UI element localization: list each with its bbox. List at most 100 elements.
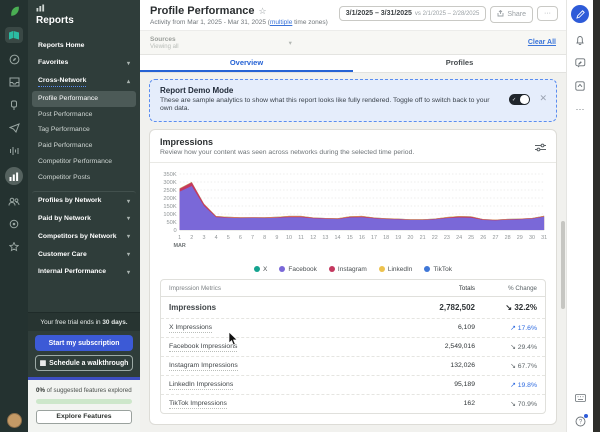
table-row[interactable]: X Impressions 6,109 ↗ 17.6% <box>161 317 545 337</box>
utility-rail: ··· ? <box>566 0 593 432</box>
legend-label: LinkedIn <box>387 265 413 273</box>
sidebar-nav-item[interactable]: Customer Care ▾ <box>32 247 136 263</box>
schedule-walkthrough-button[interactable]: ▦ Schedule a walkthrough <box>35 355 133 371</box>
timezones-link[interactable]: multiple <box>270 19 292 26</box>
inbox-icon[interactable] <box>7 75 21 89</box>
metric-name[interactable]: X Impressions <box>169 324 213 334</box>
demo-mode-toggle[interactable]: ✓ <box>509 94 530 105</box>
sidebar-nav-item[interactable]: Reports Home <box>32 38 136 54</box>
legend-dot <box>328 266 335 273</box>
notifications-bell-icon[interactable] <box>574 34 586 46</box>
metric-name[interactable]: LinkedIn Impressions <box>169 381 234 391</box>
settings-icon[interactable] <box>7 217 21 231</box>
share-button[interactable]: Share <box>490 6 533 23</box>
more-options-button[interactable]: ··· <box>537 6 558 21</box>
plan-icon[interactable] <box>5 27 23 43</box>
date-range-picker[interactable]: 3/1/2025 – 3/31/2025 vs 2/1/2025 – 2/28/… <box>338 6 487 21</box>
reports-icon[interactable] <box>5 167 23 185</box>
user-avatar[interactable] <box>6 413 22 428</box>
legend-item[interactable]: Facebook <box>279 266 317 273</box>
tab[interactable]: Overview <box>140 55 353 72</box>
sidebar-item-label: Cross-Network <box>38 77 87 87</box>
svg-text:100K: 100K <box>163 212 176 218</box>
chevron-down-icon: ▾ <box>288 39 292 47</box>
table-row[interactable]: TikTok Impressions 162 ↘ 70.9% <box>161 393 545 413</box>
audience-icon[interactable] <box>7 194 21 208</box>
svg-text:16: 16 <box>359 235 365 241</box>
sidebar-nav-item[interactable]: Internal Performance ▾ <box>32 265 136 281</box>
sidebar-nav-item[interactable]: Cross-Network ▴ <box>32 74 136 92</box>
table-header-row: Impression Metrics Totals % Change <box>161 280 545 296</box>
legend-item[interactable]: X <box>254 266 267 273</box>
window-icon[interactable] <box>574 80 586 92</box>
tab-label: Profiles <box>445 58 474 67</box>
sidebar-nav-item[interactable]: Competitor Performance <box>32 155 136 171</box>
metric-name[interactable]: TikTok Impressions <box>169 400 227 410</box>
impressions-chart[interactable]: 050K100K150K200K250K300K350K1 2 3 4 5 6 7 8 9 10 1… <box>156 168 550 260</box>
keyboard-icon[interactable] <box>574 392 586 404</box>
column-header-change: % Change <box>508 284 537 292</box>
tab-label: Overview <box>229 58 264 67</box>
sidebar-nav-item[interactable]: Competitors by Network ▾ <box>32 229 136 245</box>
discover-icon[interactable] <box>7 52 21 66</box>
sidebar-nav-item[interactable]: Paid Performance <box>32 139 136 155</box>
sidebar-nav-item[interactable]: Profiles by Network ▾ <box>32 191 136 209</box>
svg-text:27: 27 <box>493 235 499 241</box>
reports-sidebar: Reports Reports Home Favorites ▾ Cross-N… <box>28 0 140 432</box>
table-row[interactable]: Instagram Impressions 132,026 ↘ 67.7% <box>161 355 545 375</box>
legend-item[interactable]: LinkedIn <box>378 265 413 273</box>
rewards-icon[interactable] <box>7 240 21 254</box>
report-header: Profile Performance ☆ Activity from Mar … <box>140 0 566 30</box>
sidebar-title: Reports <box>36 15 74 26</box>
clear-all-link[interactable]: Clear All <box>528 39 556 46</box>
legend-item[interactable]: Instagram <box>328 266 367 273</box>
listening-icon[interactable] <box>7 144 21 158</box>
publishing-icon[interactable] <box>7 121 21 135</box>
column-header-totals: Totals <box>458 284 475 292</box>
sidebar-item-label: Competitors by Network <box>38 232 117 240</box>
notifications-icon[interactable] <box>7 98 21 112</box>
sidebar-nav-item[interactable]: Profile Performance <box>32 91 136 108</box>
sidebar-nav-item[interactable]: Post Performance <box>32 107 136 123</box>
message-edit-icon[interactable] <box>574 57 586 69</box>
table-row[interactable]: Facebook Impressions 2,549,016 ↘ 29.4% <box>161 336 545 356</box>
svg-text:150K: 150K <box>163 204 176 210</box>
tab[interactable]: Profiles <box>353 55 566 72</box>
svg-text:21: 21 <box>420 235 426 241</box>
explore-features-button[interactable]: Explore Features <box>36 410 132 424</box>
sidebar-nav-item[interactable]: Competitor Posts <box>32 170 136 186</box>
sources-filter[interactable]: Sources Viewing all <box>150 36 179 50</box>
scrollbar-thumb[interactable] <box>561 221 565 309</box>
features-progress-card: 0% of suggested features explored Explor… <box>28 377 140 432</box>
metric-total: 6,109 <box>457 324 475 332</box>
page-title: Profile Performance <box>150 5 255 17</box>
chevron-icon: ▾ <box>126 60 130 67</box>
compose-button[interactable] <box>571 5 589 23</box>
table-row[interactable]: LinkedIn Impressions 95,189 ↗ 19.8% <box>161 374 545 394</box>
svg-text:1: 1 <box>178 235 181 241</box>
more-ellipsis[interactable]: ··· <box>574 103 586 115</box>
chevron-icon: ▾ <box>126 216 130 223</box>
chart-legend: X Facebook Instagram LinkedIn TikTok <box>150 265 556 279</box>
sidebar-nav-item[interactable]: Favorites ▾ <box>32 56 136 72</box>
svg-text:50K: 50K <box>167 220 177 226</box>
favorite-star-icon[interactable]: ☆ <box>259 6 267 17</box>
sidebar-nav: Reports Home Favorites ▾ Cross-Network ▴… <box>28 32 140 312</box>
legend-item[interactable]: TikTok <box>424 266 452 273</box>
svg-text:18: 18 <box>383 235 389 241</box>
metric-name[interactable]: Impressions <box>169 303 216 313</box>
change-value: 70.9% <box>517 400 537 408</box>
mouse-cursor <box>228 332 238 346</box>
start-subscription-button[interactable]: Start my subscription <box>35 335 133 351</box>
close-icon[interactable]: ✕ <box>539 93 547 104</box>
legend-dot <box>279 266 286 273</box>
chart-settings-icon[interactable] <box>535 139 546 157</box>
sidebar-nav-item[interactable]: Paid by Network ▾ <box>32 211 136 227</box>
svg-text:250K: 250K <box>163 188 176 194</box>
metric-name[interactable]: Instagram Impressions <box>169 362 238 372</box>
help-icon[interactable]: ? <box>574 414 588 427</box>
table-row[interactable]: Impressions 2,782,502 ↘ 32.2% <box>161 295 545 318</box>
svg-text:0: 0 <box>174 228 177 234</box>
sidebar-nav-item[interactable]: Tag Performance <box>32 123 136 139</box>
svg-text:350K: 350K <box>163 172 176 178</box>
